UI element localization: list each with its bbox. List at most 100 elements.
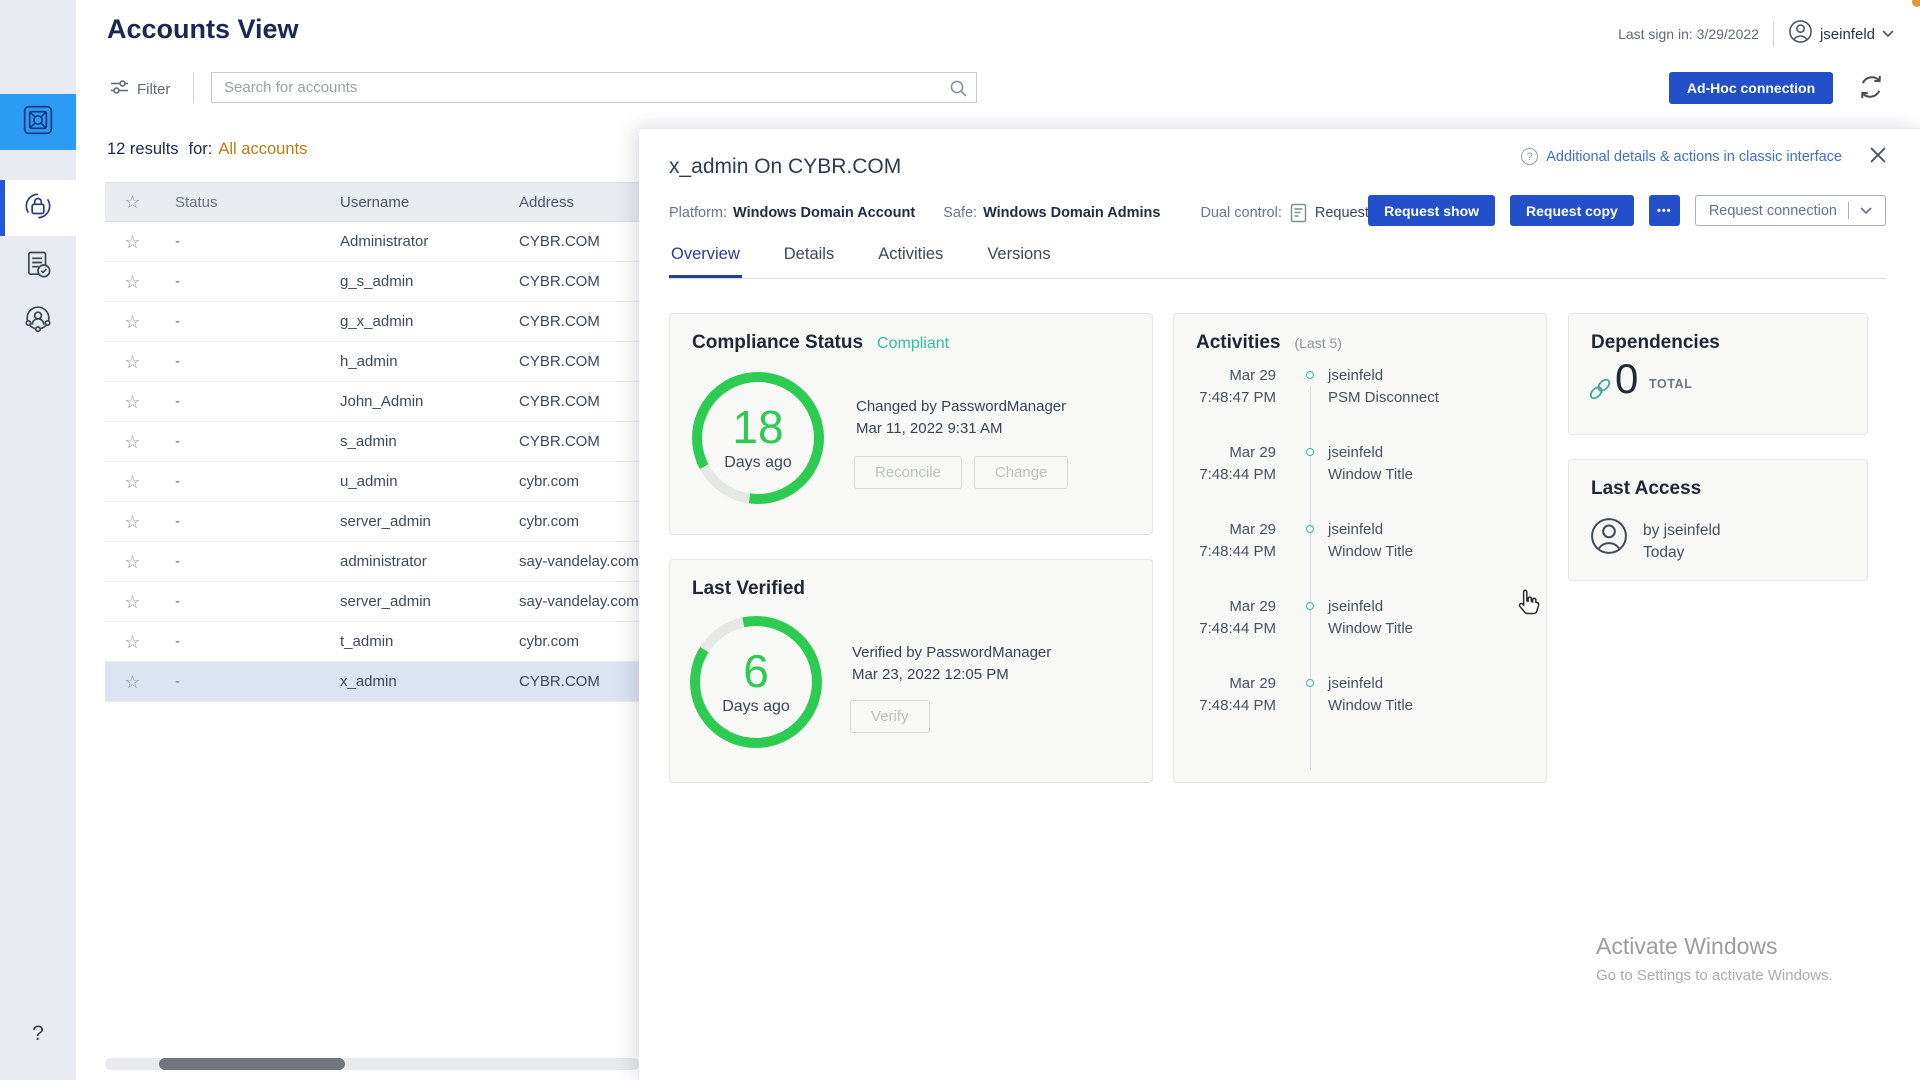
tab-overview[interactable]: Overview [669,245,742,278]
favorite-star-icon[interactable]: ☆ [105,633,160,651]
cell-address: say-vandelay.com [505,553,639,570]
table-row[interactable]: ☆-server_admincybr.com [105,502,639,542]
last-access-by: by jseinfeld [1643,522,1721,540]
classic-interface-link[interactable]: ? Additional details & actions in classi… [1521,148,1842,165]
activity-event: PSM Disconnect [1328,389,1439,406]
table-row[interactable]: ☆-t_admincybr.com [105,622,639,662]
table-row[interactable]: ☆-u_admincybr.com [105,462,639,502]
column-address[interactable]: Address [505,194,639,211]
dependencies-count: 0 [1615,358,1638,400]
user-community-icon [18,298,58,343]
cell-status: - [160,673,335,690]
favorite-star-icon[interactable]: ☆ [105,233,160,251]
table-header: ☆ Status Username Address [105,182,639,222]
chevron-down-icon[interactable] [1860,203,1872,219]
table-row[interactable]: ☆-x_adminCYBR.COM [105,662,639,702]
activity-event: Window Title [1328,620,1413,637]
user-avatar-icon [1788,19,1813,49]
cell-address: cybr.com [505,473,639,490]
search-box [211,72,977,103]
tab-versions[interactable]: Versions [985,245,1052,278]
activity-date: Mar 29 [1174,598,1276,615]
favorite-star-icon[interactable]: ☆ [105,313,160,331]
scrollbar-thumb[interactable] [159,1058,345,1070]
change-button[interactable]: Change [974,456,1069,489]
more-actions-button[interactable]: ••• [1649,195,1680,226]
favorite-star-icon[interactable]: ☆ [105,593,160,611]
compliance-days-value: 18 [732,404,783,450]
divider [1848,202,1849,219]
lock-refresh-icon [18,186,58,231]
request-connection-button[interactable]: Request connection [1695,195,1886,226]
favorite-star-icon[interactable]: ☆ [105,393,160,411]
verified-days-label: Days ago [722,698,790,716]
last-access-card: Last Access by jseinfeld Today [1568,459,1868,581]
table-row[interactable]: ☆-g_s_adminCYBR.COM [105,262,639,302]
activity-entry: Mar 297:48:47 PMjseinfeldPSM Disconnect [1174,367,1548,413]
table-row[interactable]: ☆-John_AdminCYBR.COM [105,382,639,422]
results-for-label: for: [189,140,213,158]
favorite-star-icon[interactable]: ☆ [105,553,160,571]
table-row[interactable]: ☆-s_adminCYBR.COM [105,422,639,462]
search-input[interactable] [212,73,976,102]
timeline-node-icon [1306,679,1314,687]
adhoc-connection-button[interactable]: Ad-Hoc connection [1669,72,1833,104]
dependencies-title: Dependencies [1591,332,1720,354]
request-connection-label: Request connection [1709,203,1837,219]
sidebar-item-policies[interactable] [0,239,76,295]
column-status[interactable]: Status [160,194,335,211]
table-row[interactable]: ☆-g_x_adminCYBR.COM [105,302,639,342]
sidebar: ? [0,0,76,1080]
activity-user: jseinfeld [1328,675,1383,692]
cell-address: CYBR.COM [505,393,639,410]
activity-user: jseinfeld [1328,521,1383,538]
column-username[interactable]: Username [335,194,505,211]
platform-value: Windows Domain Account [733,205,915,221]
sidebar-item-users[interactable] [0,292,76,348]
search-icon[interactable] [949,79,968,103]
dependencies-card: Dependencies 0 TOTAL [1568,313,1868,435]
favorite-star-icon[interactable]: ☆ [105,433,160,451]
favorite-star-header-icon[interactable]: ☆ [105,193,160,211]
activity-entry: Mar 297:48:44 PMjseinfeldWindow Title [1174,598,1548,644]
request-show-button[interactable]: Request show [1368,195,1495,226]
table-row[interactable]: ☆-administratorsay-vandelay.com [105,542,639,582]
activity-user: jseinfeld [1328,598,1383,615]
cell-username: administrator [335,553,505,570]
activity-time: 7:48:44 PM [1174,466,1276,483]
activity-time: 7:48:44 PM [1174,543,1276,560]
sidebar-item-accounts[interactable] [0,180,76,236]
close-panel-button[interactable] [1868,145,1888,168]
tab-activities[interactable]: Activities [876,245,945,278]
activity-user: jseinfeld [1328,444,1383,461]
favorite-star-icon[interactable]: ☆ [105,673,160,691]
help-button[interactable]: ? [0,1022,76,1046]
filter-button[interactable]: Filter [110,74,170,104]
compliance-changed-date: Mar 11, 2022 9:31 AM [856,420,1002,437]
user-area: Last sign in: 3/29/2022 jseinfeld [1618,20,1894,48]
favorite-star-icon[interactable]: ☆ [105,273,160,291]
user-menu[interactable]: jseinfeld [1788,19,1894,49]
favorite-star-icon[interactable]: ☆ [105,353,160,371]
tab-details[interactable]: Details [782,245,836,278]
refresh-button[interactable] [1854,72,1888,104]
accounts-table-body: ☆-AdministratorCYBR.COM☆-g_s_adminCYBR.C… [105,222,639,702]
cell-address: say-vandelay.com [505,593,639,610]
account-title: x_admin On CYBR.COM [669,155,901,179]
horizontal-scrollbar[interactable] [105,1058,639,1070]
favorite-star-icon[interactable]: ☆ [105,513,160,531]
cell-address: CYBR.COM [505,433,639,450]
platform-label: Platform: [669,205,727,221]
table-row[interactable]: ☆-server_adminsay-vandelay.com [105,582,639,622]
reconcile-button[interactable]: Reconcile [854,456,962,489]
cell-address: CYBR.COM [505,273,639,290]
cell-status: - [160,233,335,250]
favorite-star-icon[interactable]: ☆ [105,473,160,491]
sidebar-item-vault[interactable] [0,94,76,150]
table-row[interactable]: ☆-h_adminCYBR.COM [105,342,639,382]
cell-username: Administrator [335,233,505,250]
request-copy-button[interactable]: Request copy [1510,195,1634,226]
activity-event: Window Title [1328,466,1413,483]
verify-button[interactable]: Verify [850,700,930,733]
table-row[interactable]: ☆-AdministratorCYBR.COM [105,222,639,262]
